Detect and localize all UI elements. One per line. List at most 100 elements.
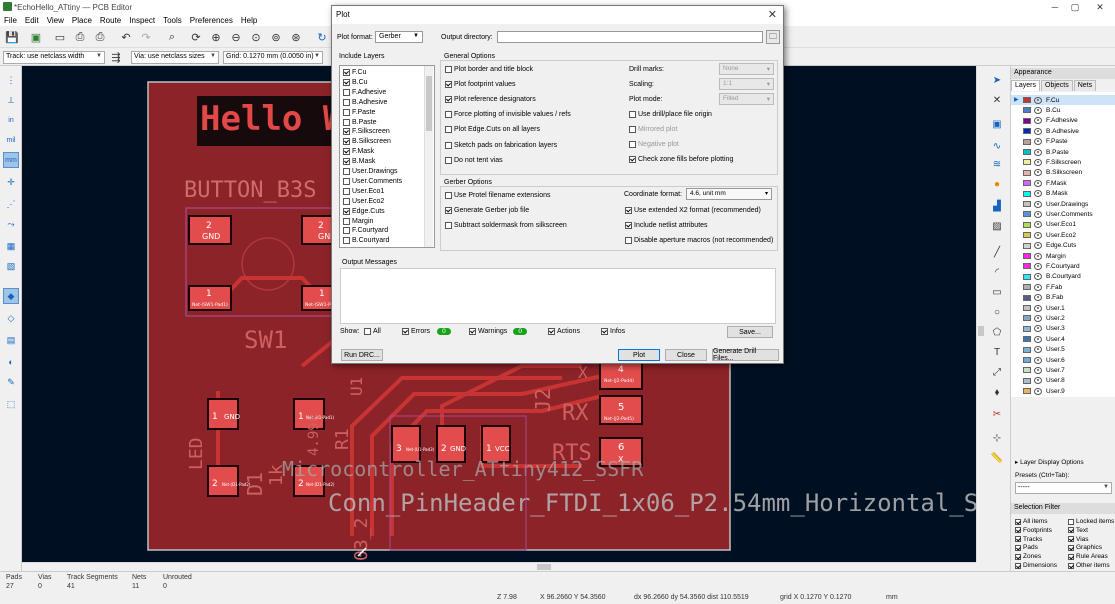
page-setup-icon[interactable]: ▭ <box>52 29 68 45</box>
layer-color-swatch[interactable] <box>1023 169 1031 176</box>
delete-icon[interactable]: ✂ <box>989 406 1005 422</box>
appearance-layer-f-fab[interactable]: F.Fab <box>1011 282 1115 292</box>
gerber-option-use-protel-filename-extensions[interactable]: Use Protel filename extensions <box>445 192 551 199</box>
ratsnest-curved-icon[interactable]: ⤳ <box>3 216 19 232</box>
layer-color-swatch[interactable] <box>1023 273 1031 280</box>
gerber-option-generate-gerber-job-file[interactable]: Generate Gerber job file <box>445 207 529 214</box>
netclass-icon[interactable]: ⇶ <box>108 49 124 65</box>
eye-icon[interactable] <box>1034 127 1042 135</box>
appearance-layer-user-eco1[interactable]: User.Eco1 <box>1011 220 1115 230</box>
layer-checkbox-user-comments[interactable]: User.Comments <box>343 177 402 185</box>
filter-rule-areas[interactable]: Rule Areas <box>1068 553 1108 560</box>
rule-area-icon[interactable]: ▨ <box>989 218 1005 234</box>
undo-icon[interactable]: ↶ <box>118 29 134 45</box>
gerber-option-disable-aperture-macros-not-recommended[interactable]: Disable aperture macros (not recommended… <box>625 237 773 244</box>
option-use-drill-place-file-origin[interactable]: Use drill/place file origin <box>629 111 712 118</box>
add-dimension-icon[interactable]: ⤢ <box>989 364 1005 380</box>
appearance-layer-user-3[interactable]: User.3 <box>1011 324 1115 334</box>
layer-display-options[interactable]: ▸ Layer Display Options <box>1015 458 1084 466</box>
layer-checkbox-f-silkscreen[interactable]: F.Silkscreen <box>343 128 390 136</box>
menu-route[interactable]: Route <box>96 16 125 25</box>
run-drc-button[interactable]: Run DRC... <box>341 349 383 361</box>
save-messages-button[interactable]: Save... <box>727 326 773 338</box>
eye-icon[interactable] <box>1034 231 1042 239</box>
add-text-icon[interactable]: T <box>989 344 1005 360</box>
filter-other-items[interactable]: Other items <box>1068 562 1110 569</box>
select-icon[interactable]: ➤ <box>989 72 1005 88</box>
add-via-icon[interactable]: ● <box>989 176 1005 192</box>
track-fill-icon[interactable]: ▤ <box>3 332 19 348</box>
add-zone-icon[interactable]: ▟ <box>989 198 1005 214</box>
eye-icon[interactable] <box>1034 138 1042 146</box>
layer-color-swatch[interactable] <box>1023 242 1031 249</box>
find-icon[interactable]: ⌕ <box>164 29 180 45</box>
high-contrast-icon[interactable]: ◐ <box>3 354 19 370</box>
filter-tracks[interactable]: Tracks <box>1015 536 1042 543</box>
option-do-not-tent-vias[interactable]: Do not tent vias <box>445 156 503 164</box>
show-infos-checkbox[interactable]: Infos <box>601 328 625 335</box>
tab-objects[interactable]: Objects <box>1041 80 1073 91</box>
option-plot-reference-designators[interactable]: Plot reference designators <box>445 96 536 104</box>
layer-color-swatch[interactable] <box>1023 190 1031 197</box>
eye-icon[interactable] <box>1034 325 1042 333</box>
eye-icon[interactable] <box>1034 273 1042 281</box>
via-fill-icon[interactable]: ◇ <box>3 310 19 326</box>
layers-manager-icon[interactable]: ⬚ <box>3 396 19 412</box>
appearance-layer-f-mask[interactable]: F.Mask <box>1011 178 1115 188</box>
appearance-layer-user-9[interactable]: User.9 <box>1011 386 1115 396</box>
save-icon[interactable]: 💾 <box>4 29 20 45</box>
gerber-option-use-extended-x2-format-recommended[interactable]: Use extended X2 format (recommended) <box>625 207 761 214</box>
appearance-layer-b-courtyard[interactable]: B.Courtyard <box>1011 272 1115 282</box>
layer-color-swatch[interactable] <box>1023 97 1031 103</box>
presets-select[interactable]: ----- ▼ <box>1015 482 1112 494</box>
scaling-select[interactable]: 1:1 ▾ <box>719 78 774 90</box>
show-actions-checkbox[interactable]: Actions <box>548 328 580 335</box>
tune-length-icon[interactable]: ≋ <box>989 156 1005 172</box>
filter-dimensions[interactable]: Dimensions <box>1015 562 1057 569</box>
layer-checkbox-margin[interactable]: Margin <box>343 217 373 225</box>
eye-icon[interactable] <box>1034 117 1042 125</box>
layers-scrollbar[interactable] <box>424 66 433 247</box>
layer-checkbox-b-silkscreen[interactable]: B.Silkscreen <box>343 138 391 146</box>
layer-color-swatch[interactable] <box>1023 294 1031 301</box>
layer-checkbox-b-courtyard[interactable]: B.Courtyard <box>343 237 389 245</box>
layer-color-swatch[interactable] <box>1023 284 1031 291</box>
eye-icon[interactable] <box>1034 210 1042 218</box>
layer-color-swatch[interactable] <box>1023 305 1031 311</box>
appearance-layer-f-paste[interactable]: F.Paste <box>1011 137 1115 147</box>
eye-icon[interactable] <box>1034 304 1042 312</box>
eye-icon[interactable] <box>1034 366 1042 374</box>
horizontal-scrollbar[interactable] <box>22 562 976 571</box>
coord-format-select[interactable]: 4.6, unit mm ▾ <box>686 188 772 200</box>
layer-color-swatch[interactable] <box>1023 315 1031 322</box>
menu-help[interactable]: Help <box>237 16 261 25</box>
appearance-layer-user-drawings[interactable]: User.Drawings <box>1011 199 1115 209</box>
option-force-plotting-of-invisible-values-refs[interactable]: Force plotting of invisible values / ref… <box>445 111 571 119</box>
layer-color-swatch[interactable] <box>1023 138 1031 145</box>
include-layers-list[interactable]: F.Cu B.Cu F.Adhesive B.Adhesive F.Paste B.Pas… <box>339 65 435 248</box>
filter-vias[interactable]: Vias <box>1068 536 1089 543</box>
menu-place[interactable]: Place <box>68 16 96 25</box>
menu-tools[interactable]: Tools <box>159 16 186 25</box>
zone-outline-icon[interactable]: ▧ <box>3 258 19 274</box>
grid-toggle-icon[interactable]: ⋮ <box>3 72 19 88</box>
layer-color-swatch[interactable] <box>1023 346 1031 353</box>
tab-nets[interactable]: Nets <box>1073 80 1097 91</box>
set-origin-icon[interactable]: ⊹ <box>989 430 1005 446</box>
zoom-selection-icon[interactable]: ⊛ <box>288 29 304 45</box>
eye-icon[interactable] <box>1034 283 1042 291</box>
eye-icon[interactable] <box>1034 356 1042 364</box>
appearance-layer-b-cu[interactable]: B.Cu <box>1011 105 1115 115</box>
appearance-layer-b-fab[interactable]: B.Fab <box>1011 293 1115 303</box>
close-button[interactable]: Close <box>665 349 707 361</box>
layer-checkbox-f-adhesive[interactable]: F.Adhesive <box>343 88 386 96</box>
layer-color-swatch[interactable] <box>1023 107 1031 114</box>
via-size-select[interactable]: Via: use netclass sizes ▼ <box>131 51 219 64</box>
measure-icon[interactable]: 📏 <box>989 450 1005 466</box>
plot-icon[interactable]: ⎙ <box>92 29 108 45</box>
eye-icon[interactable] <box>1034 242 1042 250</box>
appearance-layer-b-mask[interactable]: B.Mask <box>1011 189 1115 199</box>
close-icon[interactable]: ✕ <box>768 8 777 21</box>
layer-color-swatch[interactable] <box>1023 253 1031 259</box>
eye-icon[interactable] <box>1034 158 1042 166</box>
